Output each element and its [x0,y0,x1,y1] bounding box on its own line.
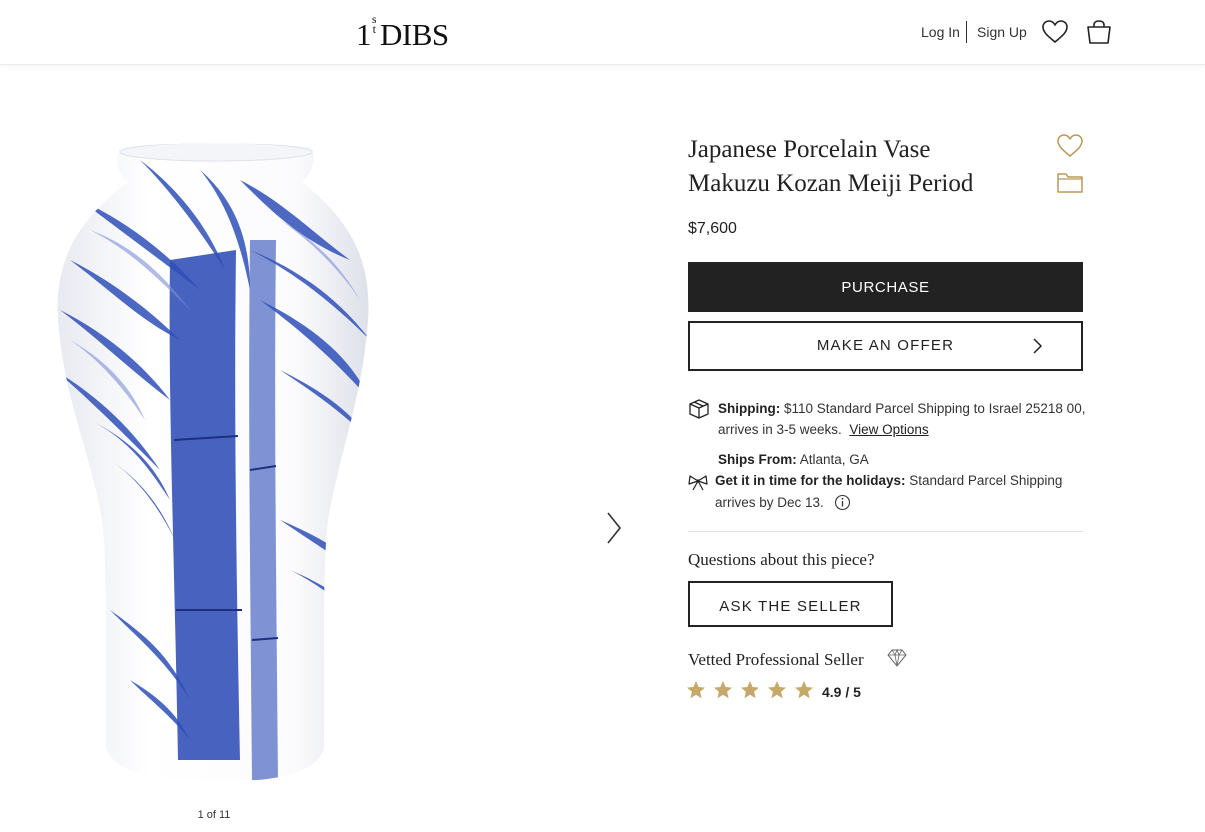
holiday-label: Get it in time for the holidays: [715,473,906,488]
make-offer-label: MAKE AN OFFER [816,337,955,354]
favorite-heart-icon[interactable] [1056,132,1084,160]
vetted-seller-label: Vetted Professional Seller [688,650,864,669]
login-link[interactable]: Log In [921,24,960,40]
product-image-vase[interactable] [50,140,380,780]
holiday-info: Get it in time for the holidays: Standar… [715,470,1083,514]
product-title-line2: Makuzu Kozan Meiji Period [688,170,974,197]
diamond-icon[interactable] [886,648,908,668]
image-gallery: 1 of 11 [0,65,660,832]
star-icon [768,681,786,699]
next-image-arrow-icon[interactable] [598,505,628,551]
package-box-icon [689,399,709,419]
site-header: 1 s t DIBS Log In Sign Up [0,0,1205,65]
save-folder-icon[interactable] [1056,168,1084,196]
site-logo[interactable]: 1 s t DIBS [356,13,449,52]
rating-value: 4.9 / 5 [822,684,861,700]
shipping-info: Shipping: $110 Standard Parcel Shipping … [718,398,1088,440]
star-icon [687,681,705,699]
ships-from-value: Atlanta, GA [796,452,869,467]
star-icon [714,681,732,699]
image-counter: 1 of 11 [197,809,231,821]
favorites-heart-icon[interactable] [1041,18,1069,46]
ask-seller-button[interactable]: ASK THE SELLER [688,581,893,627]
shipping-label: Shipping: [718,401,781,416]
section-divider [688,531,1083,532]
info-icon[interactable] [834,494,851,511]
star-icon [795,681,813,699]
questions-heading: Questions about this piece? [688,550,875,569]
shopping-bag-icon[interactable] [1085,18,1113,46]
gift-bow-icon [688,475,708,491]
make-offer-button[interactable]: MAKE AN OFFER [688,321,1083,371]
product-title: Japanese Porcelain Vase Makuzu Kozan Mei… [688,133,1038,201]
product-price: $7,600 [688,220,737,237]
nav-divider [966,21,967,43]
chevron-right-icon [1033,338,1043,354]
purchase-button[interactable]: PURCHASE [688,262,1083,312]
product-title-line1: Japanese Porcelain Vase [688,136,931,163]
view-options-link[interactable]: View Options [849,422,928,437]
signup-link[interactable]: Sign Up [977,24,1027,40]
star-icon [741,681,759,699]
ships-from-label: Ships From: [718,452,797,467]
ships-from: Ships From: Atlanta, GA [718,449,869,470]
rating-stars [686,680,821,704]
